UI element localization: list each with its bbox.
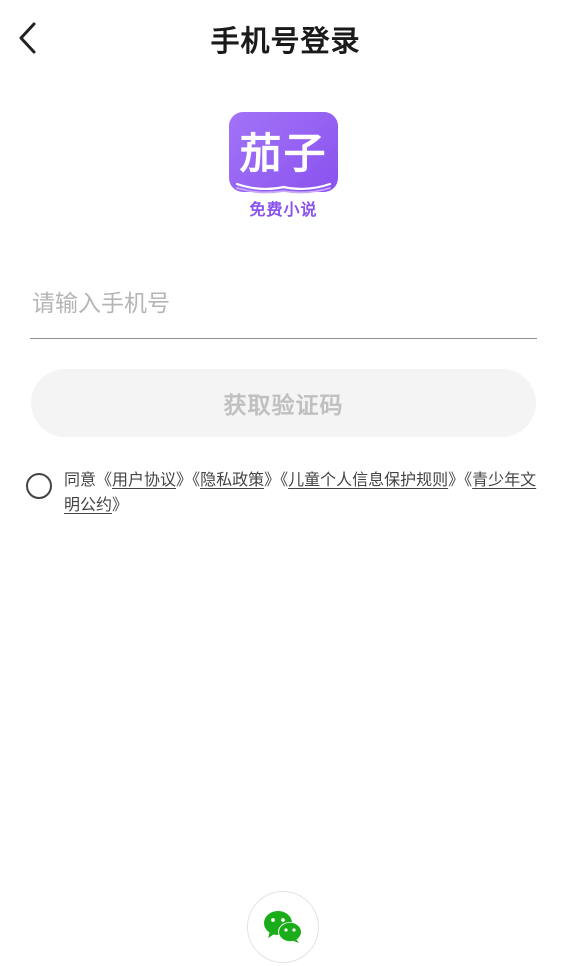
- agreement-prefix: 同意: [64, 470, 97, 489]
- link-privacy-policy[interactable]: 隐私政策: [200, 470, 264, 489]
- header: 手机号登录: [0, 0, 571, 76]
- agreement-checkbox[interactable]: [26, 473, 52, 499]
- phone-field: [30, 274, 539, 339]
- logo-subtitle: 免费小说: [249, 200, 318, 219]
- agreement-text: 同意《用户协议》《隐私政策》《儿童个人信息保护规则》《青少年文明公约》: [64, 470, 537, 514]
- wechat-icon: [264, 911, 302, 943]
- phone-input[interactable]: [30, 284, 539, 324]
- logo-tile: 茄子: [229, 112, 338, 192]
- link-child-privacy-rules[interactable]: 儿童个人信息保护规则: [288, 470, 448, 489]
- book-icon: [235, 182, 332, 194]
- page-title: 手机号登录: [210, 24, 361, 58]
- get-code-button[interactable]: 获取验证码: [31, 369, 536, 437]
- app-logo: 茄子 免费小说: [229, 112, 338, 219]
- link-user-agreement[interactable]: 用户协议: [112, 470, 176, 489]
- logo-name: 茄子: [239, 128, 328, 178]
- wechat-login-button[interactable]: [247, 891, 319, 963]
